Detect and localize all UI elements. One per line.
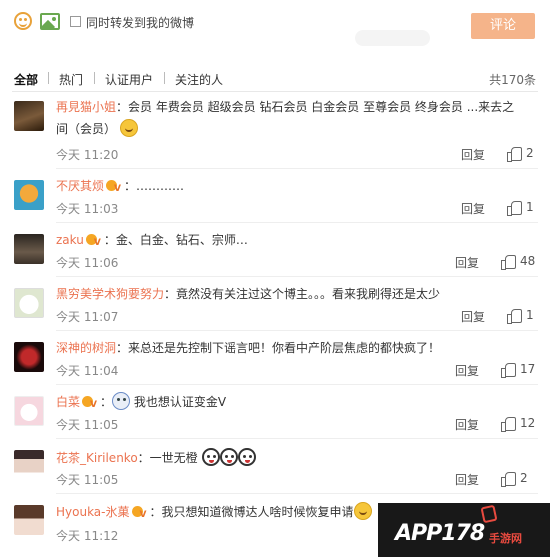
comment-body: ：竟然没有关注过这个博主。。。看来我刷得还是太少 — [164, 287, 441, 301]
avatar[interactable] — [14, 450, 44, 480]
comment-time: 今天 11:05 — [56, 473, 119, 487]
comment-divider — [56, 493, 538, 494]
avatar[interactable] — [14, 234, 44, 264]
like-count: 48 — [520, 254, 536, 268]
comment-text: 花茶_Kirilenko：一世无橙 — [56, 447, 536, 469]
tab-all[interactable]: 全部 — [14, 71, 38, 88]
thumbs-up-icon[interactable] — [507, 309, 522, 324]
blurred-area — [355, 30, 430, 46]
tab-hot[interactable]: 热门 — [59, 71, 83, 88]
comment-text: 黑穷美学术狗要努力：竟然没有关注过这个博主。。。看来我刷得还是太少 — [56, 283, 536, 305]
comment-username[interactable]: zaku — [56, 233, 84, 247]
thumbs-up-icon[interactable] — [507, 147, 522, 162]
comment-username[interactable]: 再見猫小姐 — [56, 100, 116, 114]
reply-button[interactable]: 回复 — [455, 254, 479, 271]
comment-time: 今天 11:07 — [56, 310, 119, 324]
thumbs-up-icon[interactable] — [501, 472, 516, 487]
comment-username[interactable]: 白菜 — [56, 395, 80, 409]
avatar[interactable] — [14, 342, 44, 372]
face-emoji-icon — [112, 392, 131, 410]
reply-button[interactable]: 回复 — [461, 308, 485, 325]
laughing-emoji-icon — [353, 502, 372, 520]
comment-body: ：金、白金、钻石、宗师… — [103, 233, 248, 247]
comment-username[interactable]: Hyouka-氷菓 — [56, 505, 130, 519]
comment-time: 今天 11:20 — [56, 148, 119, 162]
like-count: 1 — [526, 308, 534, 322]
like-count: 2 — [520, 471, 528, 485]
comment-body-continued: 间（会员） — [56, 122, 117, 136]
comment-total-count: 共170条 — [489, 73, 536, 87]
thumbs-up-icon[interactable] — [507, 201, 522, 216]
tabs-divider-line — [12, 91, 538, 92]
comment-username[interactable]: 花茶_Kirilenko — [56, 451, 138, 465]
comment-filter-tabs: 全部 热门 认证用户 关注的人 共170条 — [14, 71, 536, 91]
comment-text: Hyouka-氷菓 ：我只想知道微博达人啥时候恢复申请 — [56, 501, 376, 526]
thumbs-up-icon[interactable] — [501, 417, 516, 432]
comment-body: ：来总还是先控制下谣言吧！你看中产阶层焦虑的都快疯了！ — [116, 341, 441, 355]
comment-username[interactable]: 黑穷美学术狗要努力 — [56, 287, 164, 301]
comment-text: 再見猫小姐：会员 年费会员 超级会员 钻石会员 白金会员 至尊会员 终身会员 .… — [56, 96, 536, 140]
avatar[interactable] — [14, 101, 44, 131]
like-count: 2 — [526, 146, 534, 160]
verified-badge-icon — [82, 394, 98, 416]
comment-composer-toolbar: 同时转发到我的微博 评论 — [0, 0, 550, 52]
like-count: 17 — [520, 362, 536, 376]
comment-body: ：会员 年费会员 超级会员 钻石会员 白金会员 至尊会员 终身会员 ...来去之 — [116, 100, 515, 114]
comment-time: 今天 11:03 — [56, 202, 119, 216]
comment-username[interactable]: 深神的树洞 — [56, 341, 116, 355]
verified-badge-icon — [85, 232, 102, 254]
picture-icon[interactable] — [40, 13, 60, 30]
comment-body: ：一世无橙 — [137, 451, 198, 465]
comment-text: 白菜： 我也想认证变金V — [56, 391, 536, 416]
smiley-icon[interactable] — [14, 12, 32, 30]
tab-divider — [94, 72, 95, 84]
verified-badge-icon — [106, 178, 122, 200]
comment-body: ：我只想知道微博达人啥时候恢复申请 — [149, 505, 354, 519]
like-count: 1 — [526, 200, 534, 214]
comment-divider — [56, 276, 538, 277]
comment-time: 今天 11:06 — [56, 256, 119, 270]
comment-text: zaku ：金、白金、钻石、宗师… — [56, 229, 536, 254]
comment-divider — [56, 438, 538, 439]
laughing-emoji-icon — [119, 119, 138, 137]
reply-button[interactable]: 回复 — [461, 200, 485, 217]
comment-time: 今天 11:04 — [56, 364, 119, 378]
dog-emoji-icon — [237, 448, 256, 466]
reply-button[interactable]: 回复 — [461, 146, 485, 163]
like-count: 12 — [520, 416, 536, 430]
comment-text: 不厌其烦 ：………… — [56, 175, 536, 200]
verified-badge-icon — [131, 504, 148, 526]
tab-divider — [48, 72, 49, 84]
thumbs-up-icon[interactable] — [501, 363, 516, 378]
submit-comment-button[interactable]: 评论 — [471, 13, 535, 39]
dog-emoji-icon — [219, 448, 238, 466]
comment-username[interactable]: 不厌其烦 — [56, 179, 104, 193]
avatar[interactable] — [14, 288, 44, 318]
comment-time: 今天 11:12 — [56, 529, 119, 543]
thumbs-up-icon[interactable] — [501, 255, 516, 270]
tab-verified-users[interactable]: 认证用户 — [105, 71, 153, 88]
comment-divider — [56, 222, 538, 223]
reply-button[interactable]: 回复 — [455, 471, 479, 488]
comment-divider — [56, 384, 538, 385]
dog-emoji-icon — [201, 448, 220, 466]
repost-checkbox[interactable] — [70, 16, 81, 27]
avatar[interactable] — [14, 180, 44, 210]
watermark-brand: APP178 — [395, 521, 485, 546]
comment-divider — [56, 168, 538, 169]
comment-text: 深神的树洞：来总还是先控制下谣言吧！你看中产阶层焦虑的都快疯了！ — [56, 337, 536, 359]
comment-body: 我也想认证变金V — [133, 395, 227, 409]
avatar[interactable] — [14, 396, 44, 426]
comment-time: 今天 11:05 — [56, 418, 119, 432]
repost-label: 同时转发到我的微博 — [86, 16, 195, 30]
comment-body: ：………… — [124, 179, 185, 193]
avatar[interactable] — [14, 505, 44, 535]
tab-divider — [164, 72, 165, 84]
tab-following[interactable]: 关注的人 — [175, 71, 223, 88]
reply-button[interactable]: 回复 — [455, 362, 479, 379]
comment-divider — [56, 330, 538, 331]
reply-button[interactable]: 回复 — [455, 416, 479, 433]
watermark-sub: 手游网 — [489, 532, 522, 545]
